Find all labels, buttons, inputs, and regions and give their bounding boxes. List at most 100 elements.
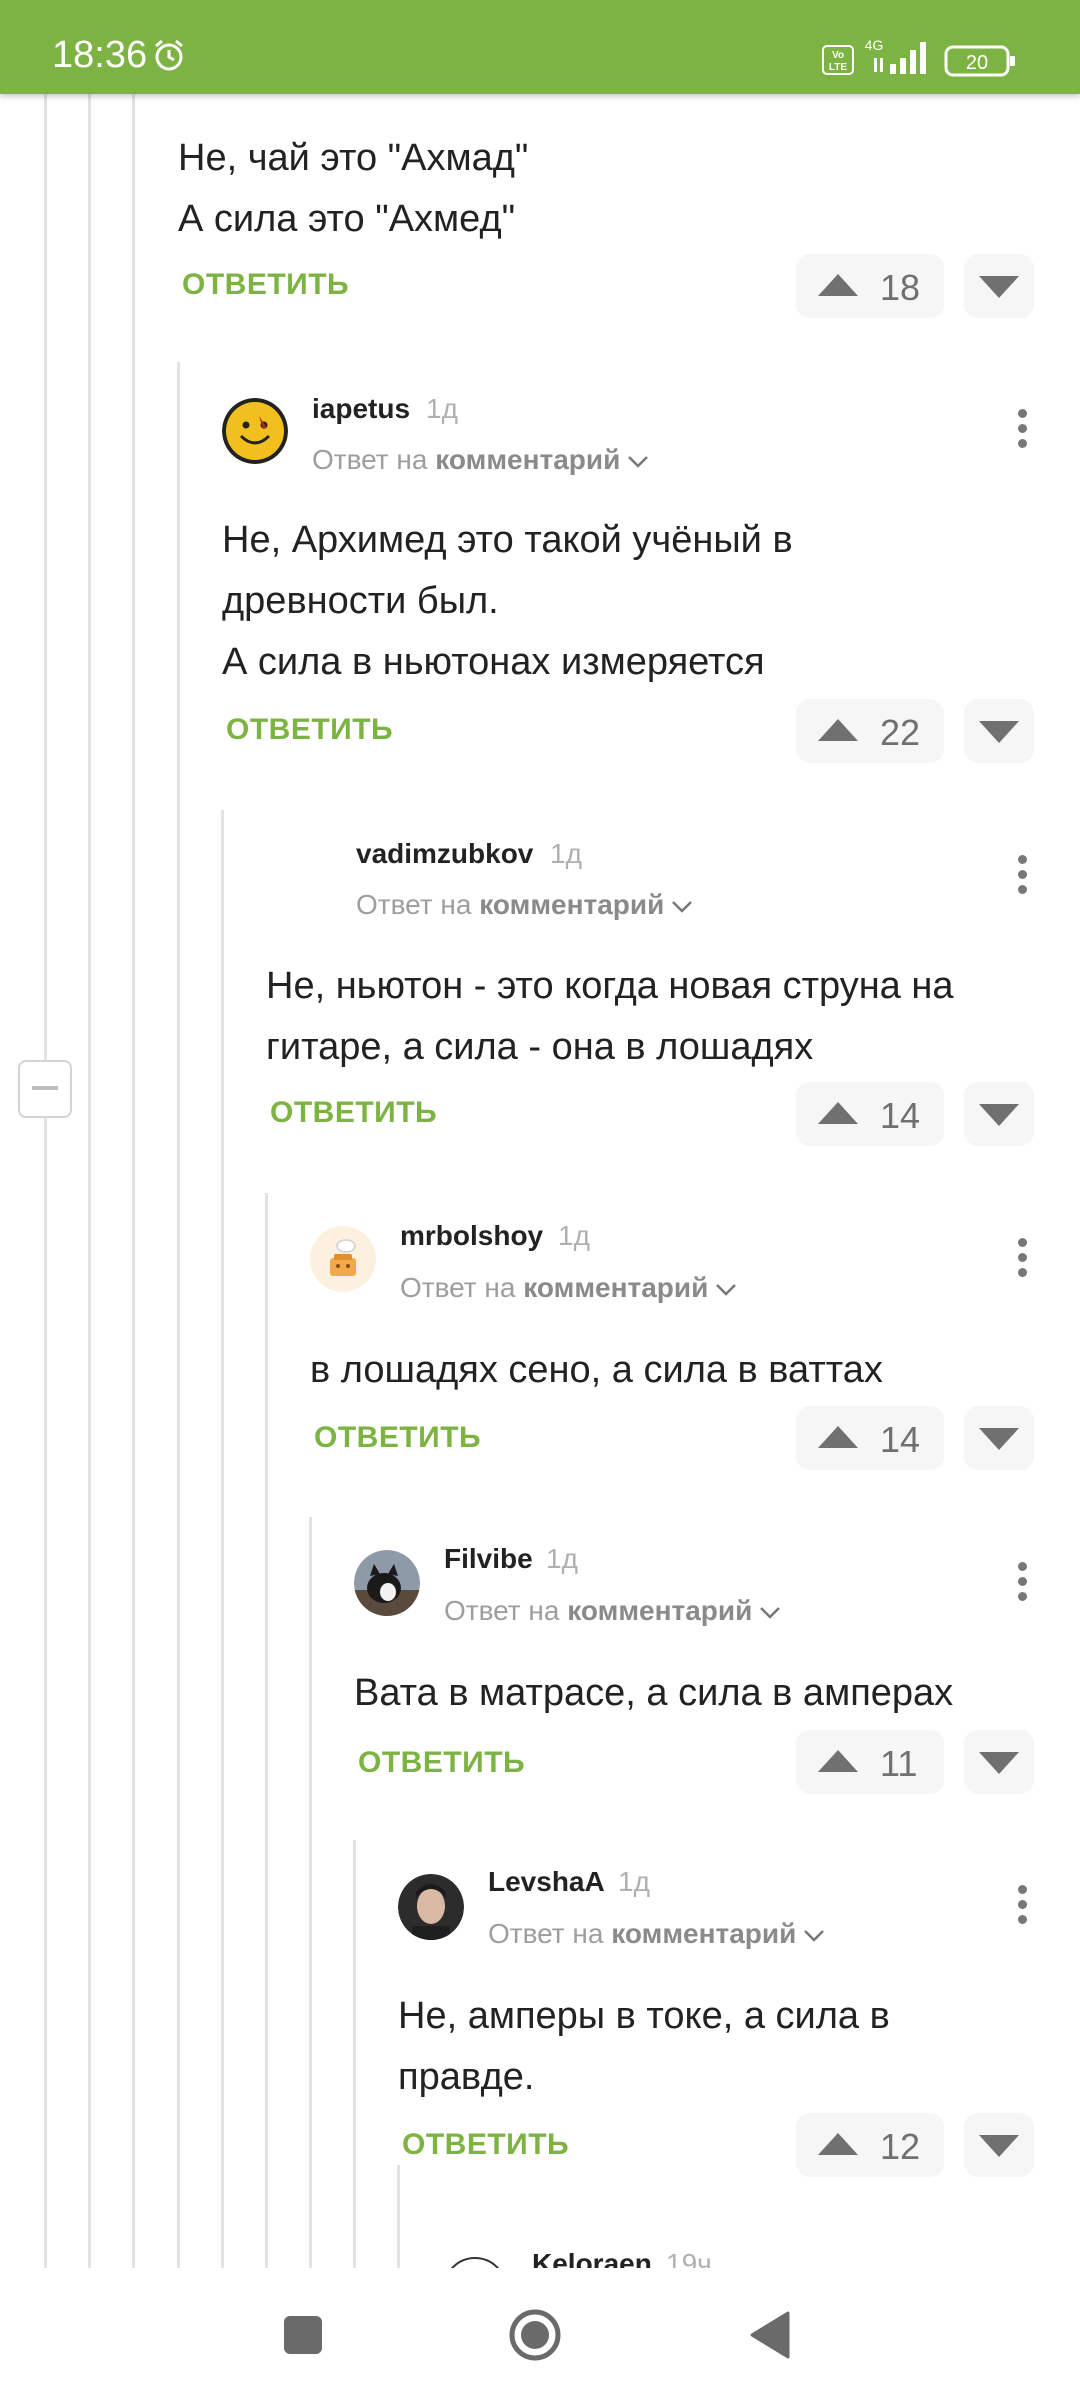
reply-button[interactable]: ОТВЕТИТЬ	[314, 1421, 481, 1455]
reply-to-link[interactable]: Ответ на комментарий	[444, 1595, 782, 1627]
upvote-button[interactable]: 22	[796, 699, 944, 763]
comment-text: Вата в матрасе, а сила в амперах	[354, 1672, 954, 1714]
reply-button[interactable]: ОТВЕТИТЬ	[270, 1096, 437, 1130]
comment-author[interactable]: mrbolshoy	[400, 1220, 543, 1252]
thread-line	[353, 1840, 356, 2274]
upvote-button[interactable]: 11	[796, 1730, 944, 1794]
alarm-icon	[155, 39, 183, 71]
reply-button[interactable]: ОТВЕТИТЬ	[182, 268, 349, 302]
back-button[interactable]	[748, 2310, 790, 2360]
thread-line	[265, 1193, 268, 2274]
arrow-down-icon	[979, 1104, 1019, 1126]
svg-text:LTE: LTE	[829, 62, 847, 73]
arrow-down-icon	[979, 1752, 1019, 1774]
more-options-icon[interactable]	[1008, 406, 1036, 450]
chevron-down-icon	[628, 455, 649, 468]
upvote-button[interactable]: 14	[796, 1082, 944, 1146]
network-label: 4G	[865, 37, 884, 53]
thread-line	[88, 94, 91, 2274]
rating-count: 22	[880, 712, 921, 753]
arrow-up-icon	[818, 1750, 858, 1772]
comment-author[interactable]: iapetus	[312, 393, 410, 425]
comment-text: Не, амперы в токе, а сила в правде.	[398, 1995, 890, 2098]
reply-to-prefix: Ответ на	[400, 1272, 516, 1303]
reply-to-target: комментарий	[479, 889, 665, 920]
reply-to-prefix: Ответ на	[312, 444, 428, 475]
arrow-up-icon	[818, 274, 858, 296]
thread-line	[397, 2165, 400, 2274]
arrow-down-icon	[979, 721, 1019, 743]
reply-to-link[interactable]: Ответ на комментарий	[488, 1918, 826, 1950]
reply-button[interactable]: ОТВЕТИТЬ	[226, 713, 393, 747]
arrow-down-icon	[979, 2135, 1019, 2157]
chevron-down-icon	[804, 1929, 825, 1942]
comment-time: 1д	[550, 838, 582, 869]
comment-time: 1д	[546, 1543, 578, 1574]
rating-count: 11	[880, 1743, 918, 1784]
downvote-button[interactable]	[964, 2113, 1034, 2177]
thread-line	[132, 94, 135, 2274]
thread-line	[177, 362, 180, 2274]
reply-button[interactable]: ОТВЕТИТЬ	[358, 1746, 525, 1780]
battery-level: 20	[966, 52, 988, 74]
rating-count: 12	[880, 2126, 921, 2167]
volte-icon: Vo LTE	[822, 45, 854, 75]
more-options-icon[interactable]	[1008, 1235, 1036, 1279]
comment-text: в лошадях сено, а сила в ваттах	[310, 1349, 883, 1391]
comment-text: Не, чай это "Ахмад" А сила это "Ахмед"	[178, 137, 529, 240]
downvote-button[interactable]	[964, 1730, 1034, 1794]
reply-to-prefix: Ответ на	[444, 1595, 560, 1626]
collapse-thread-button[interactable]	[18, 1060, 72, 1118]
chevron-down-icon	[672, 900, 693, 913]
avatar[interactable]	[222, 398, 288, 464]
arrow-up-icon	[818, 2133, 858, 2155]
avatar[interactable]	[310, 1226, 376, 1292]
downvote-button[interactable]	[964, 699, 1034, 763]
thread-line	[221, 810, 224, 2274]
reply-button[interactable]: ОТВЕТИТЬ	[402, 2128, 569, 2162]
reply-to-target: комментарий	[611, 1918, 797, 1949]
thread-line	[309, 1517, 312, 2274]
downvote-button[interactable]	[964, 254, 1034, 318]
chevron-down-icon	[760, 1606, 781, 1619]
more-options-icon[interactable]	[1008, 852, 1036, 896]
arrow-down-icon	[979, 276, 1019, 298]
reply-to-target: комментарий	[523, 1272, 709, 1303]
status-time: 18:36	[52, 34, 148, 76]
downvote-button[interactable]	[964, 1406, 1034, 1470]
downvote-button[interactable]	[964, 1082, 1034, 1146]
rating-count: 14	[880, 1419, 921, 1460]
status-bar: 18:36 Vo LTE 4G 20	[0, 0, 1080, 94]
comment-author[interactable]: Filvibe	[444, 1543, 533, 1575]
arrow-up-icon	[818, 719, 858, 741]
comment-author[interactable]: vadimzubkov	[356, 838, 533, 870]
reply-to-target: комментарий	[435, 444, 621, 475]
navigation-bar	[0, 2268, 1080, 2400]
battery-icon: 20	[944, 45, 1015, 77]
upvote-button[interactable]: 18	[796, 254, 944, 318]
reply-to-link[interactable]: Ответ на комментарий	[312, 444, 650, 476]
arrow-up-icon	[818, 1102, 858, 1124]
rating-count: 14	[880, 1095, 921, 1136]
comment-time: 1д	[618, 1866, 650, 1897]
more-options-icon[interactable]	[1008, 1882, 1036, 1926]
svg-text:Vo: Vo	[832, 50, 844, 61]
recent-apps-button[interactable]	[284, 2316, 322, 2354]
avatar[interactable]	[354, 1550, 420, 1616]
comment-text: Не, Архимед это такой учёный в древности…	[222, 519, 793, 683]
upvote-button[interactable]: 12	[796, 2113, 944, 2177]
comment-time: 1д	[426, 393, 458, 424]
more-options-icon[interactable]	[1008, 1559, 1036, 1603]
arrow-up-icon	[818, 1426, 858, 1448]
reply-to-prefix: Ответ на	[356, 889, 472, 920]
reply-to-link[interactable]: Ответ на комментарий	[356, 889, 694, 921]
reply-to-prefix: Ответ на	[488, 1918, 604, 1949]
reply-to-link[interactable]: Ответ на комментарий	[400, 1272, 738, 1304]
home-button[interactable]	[508, 2308, 562, 2362]
chevron-down-icon	[716, 1283, 737, 1296]
comment-author[interactable]: LevshaA	[488, 1866, 605, 1898]
avatar[interactable]	[398, 1874, 464, 1940]
comment-time: 1д	[558, 1220, 590, 1251]
comment-text: Не, ньютон - это когда новая струна на г…	[266, 965, 954, 1068]
upvote-button[interactable]: 14	[796, 1406, 944, 1470]
